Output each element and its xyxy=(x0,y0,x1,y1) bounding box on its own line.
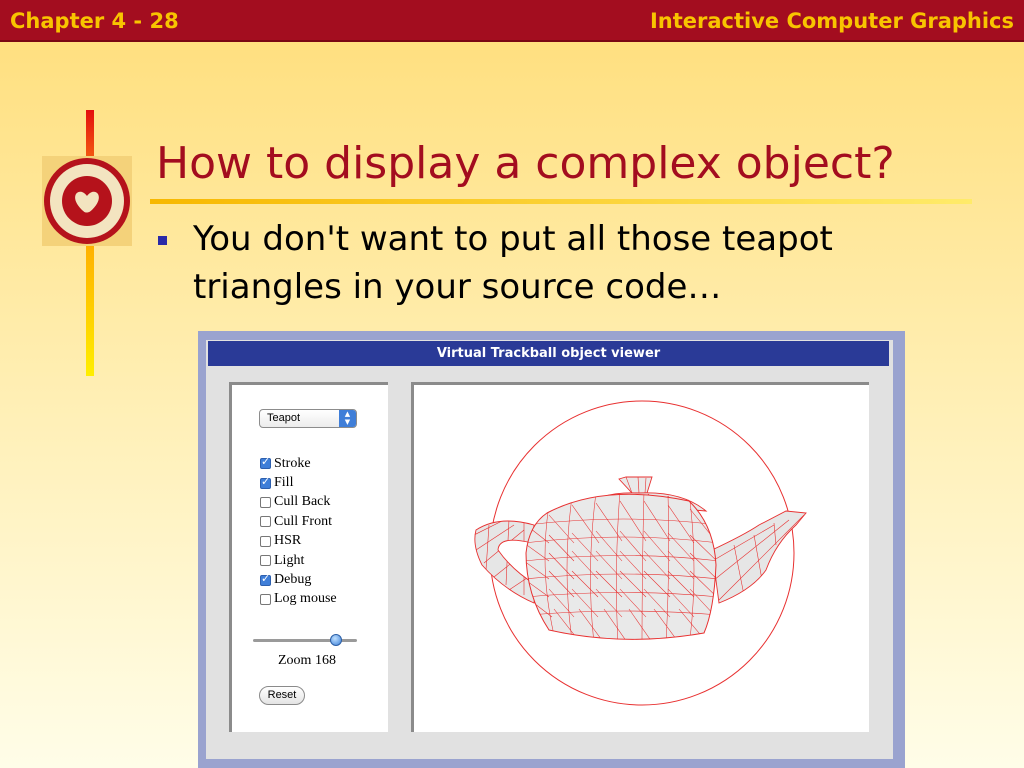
checkbox-light[interactable] xyxy=(260,555,271,567)
option-label: HSR xyxy=(274,533,302,549)
option-debug[interactable]: Debug xyxy=(260,570,337,589)
viewer-title-bar: Virtual Trackball object viewer xyxy=(208,341,889,366)
option-label: Stroke xyxy=(274,455,311,471)
chapter-label: Chapter 4 - 28 xyxy=(10,9,179,33)
option-cull-back[interactable]: Cull Back xyxy=(260,493,337,512)
option-cull-front[interactable]: Cull Front xyxy=(260,512,337,531)
option-label: Cull Back xyxy=(274,494,331,510)
checkbox-cull-back[interactable] xyxy=(260,496,271,508)
checkbox-debug[interactable] xyxy=(260,572,271,586)
object-select-value: Teapot xyxy=(267,412,301,424)
checkbox-log-mouse[interactable] xyxy=(260,593,271,605)
checkbox-stroke[interactable] xyxy=(260,455,271,470)
option-label: Light xyxy=(274,552,305,568)
bullet-text: You don't want to put all those teapot t… xyxy=(193,219,833,307)
checkbox-hsr[interactable] xyxy=(260,535,271,547)
option-hsr[interactable]: HSR xyxy=(260,532,337,551)
option-stroke[interactable]: Stroke xyxy=(260,454,337,473)
slide-title: How to display a complex object? xyxy=(156,138,895,189)
course-title: Interactive Computer Graphics xyxy=(649,9,1014,33)
updown-arrows-icon: ▲ ▼ xyxy=(339,410,356,427)
option-label: Debug xyxy=(274,572,312,588)
checkbox-cull-front[interactable] xyxy=(260,516,271,528)
seal-logo xyxy=(42,156,132,246)
zoom-label: Zoom 168 xyxy=(278,653,336,668)
teapot-wireframe[interactable] xyxy=(414,385,869,732)
object-select[interactable]: Teapot ▲ ▼ xyxy=(259,409,357,428)
header-bar: Chapter 4 - 28 Interactive Computer Grap… xyxy=(0,0,1024,42)
option-log-mouse[interactable]: Log mouse xyxy=(260,590,337,609)
options-checkbox-list: Stroke Fill Cull Back Cull Front HSR Lig… xyxy=(260,454,337,609)
checkbox-fill[interactable] xyxy=(260,475,271,489)
option-fill[interactable]: Fill xyxy=(260,473,337,492)
reset-button[interactable]: Reset xyxy=(259,686,305,705)
title-underline xyxy=(150,199,972,204)
option-label: Fill xyxy=(274,475,294,491)
bullet-marker xyxy=(158,236,167,245)
decorative-line-bottom xyxy=(86,246,94,376)
option-light[interactable]: Light xyxy=(260,551,337,570)
option-label: Log mouse xyxy=(274,591,337,607)
zoom-slider-thumb[interactable] xyxy=(330,634,342,646)
option-label: Cull Front xyxy=(274,513,332,529)
decorative-line-top xyxy=(86,110,94,158)
